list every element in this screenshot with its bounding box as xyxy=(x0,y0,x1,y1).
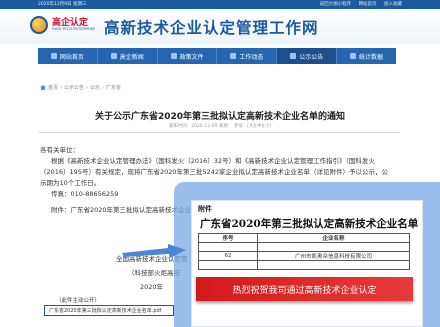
site-title: 高新技术企业认定管理工作网 xyxy=(104,19,319,37)
article-title: 关于公示广东省2020年第三批拟认定高新技术企业名单的通知 xyxy=(94,112,346,122)
table-cell: 62 xyxy=(197,251,259,261)
main-nav: 网站首页 高企新闻 政策文件 工作动态 公示公告 统计数据 xyxy=(38,48,396,64)
table-cell xyxy=(257,260,410,270)
home-icon xyxy=(50,53,57,59)
breadcrumb-guangdong[interactable]: 广东省 xyxy=(106,84,121,91)
news-icon xyxy=(110,53,117,59)
nav-item-label: 公示公告 xyxy=(299,53,324,61)
divider xyxy=(38,132,400,133)
arrow-icon xyxy=(122,244,186,258)
activity-icon xyxy=(230,53,237,59)
nav-item-home[interactable]: 网站首页 xyxy=(38,48,98,64)
nav-item-work[interactable]: 工作动态 xyxy=(217,48,278,64)
table-row xyxy=(197,242,410,252)
site-header: 高企认定 HIGH-TECH ENTERPRISE 高新技术企业认定管理工作网 xyxy=(0,9,440,44)
public-notice: （此件主动公开） xyxy=(56,298,101,304)
document-icon xyxy=(170,53,177,59)
table-cell xyxy=(197,260,259,270)
home-icon xyxy=(40,85,46,90)
current-date: 2020年12月9日 星期三 xyxy=(38,2,87,7)
nav-item-label: 工作动态 xyxy=(239,53,264,61)
nav-item-statistics[interactable]: 统计数据 xyxy=(337,48,396,64)
breadcrumb-announcements[interactable]: 公示公告 xyxy=(64,84,84,91)
paragraph-line: 根据《高新技术企业认定管理办法》（国科发火〔2016〕32号）和《高新技术企业认… xyxy=(51,157,375,165)
breadcrumb-home[interactable]: 首页 xyxy=(48,84,58,91)
top-bar: 2020年12月9日 星期三 返回大咖小程序 网站首页 加入收藏 xyxy=(0,0,440,9)
nav-item-policy[interactable]: 政策文件 xyxy=(158,48,218,64)
table-header-row: 序号 企业名称 xyxy=(197,233,410,243)
top-link-home[interactable]: 网站首页 xyxy=(359,2,377,7)
nav-item-label: 统计数据 xyxy=(359,53,384,61)
greeting: 各有关单位： xyxy=(40,146,79,154)
breadcrumb-public[interactable]: 公示 xyxy=(90,84,100,91)
attachment-label: 附件 xyxy=(198,205,212,213)
congratulations-banner: 热烈祝贺我司通过高新技术企业认定 xyxy=(196,277,413,301)
attachment-file-link[interactable]: 广东省2020年第三批拟认定高新技术企业名单.pdf xyxy=(44,305,174,316)
column-header: 企业名称 xyxy=(257,233,410,243)
signature-fragment: 2020年 xyxy=(140,283,164,291)
table-cell xyxy=(257,242,410,252)
table-cell xyxy=(197,242,259,252)
attachment-title: 广东省2020年第三批拟认定高新技术企业名单 xyxy=(200,218,419,230)
signature-fragment: （科技部火炬高技 xyxy=(128,269,180,277)
top-links: 返回大咖小程序 网站首页 加入收藏 xyxy=(314,0,402,9)
table-row xyxy=(197,260,410,270)
top-link-favorite[interactable]: 加入收藏 xyxy=(384,2,402,7)
chart-icon xyxy=(350,53,357,59)
breadcrumb: 首页 › 公示公告 › 公示 › 广东省 xyxy=(40,84,121,91)
nav-item-label: 网站首页 xyxy=(59,53,84,61)
logo-subtext: HIGH-TECH ENTERPRISE xyxy=(52,27,96,31)
nav-item-announcements[interactable]: 公示公告 xyxy=(277,48,338,64)
paragraph-line: 〔2016〕195号）有关规定，现将广东省2020年第三批5242家企业拟认定高… xyxy=(40,168,389,176)
nav-item-label: 政策文件 xyxy=(179,53,204,61)
site-logo[interactable]: 高企认定 HIGH-TECH ENTERPRISE xyxy=(30,14,100,36)
table-cell: 广州市凯奥众信息科技有限公司 xyxy=(257,251,410,261)
company-table: 序号 企业名称 62 广州市凯奥众信息科技有限公司 xyxy=(197,233,410,270)
column-header: 序号 xyxy=(197,233,259,243)
logo-emblem-icon xyxy=(30,16,48,34)
nav-item-news[interactable]: 高企新闻 xyxy=(98,48,158,64)
article-meta: 发布时间：2020-12-09 来源： 字号：[大][中][小] xyxy=(168,124,272,129)
nav-item-label: 高企新闻 xyxy=(119,53,144,61)
table-row: 62 广州市凯奥众信息科技有限公司 xyxy=(197,251,410,261)
notice-icon xyxy=(290,53,297,59)
top-link-mini-program[interactable]: 返回大咖小程序 xyxy=(320,2,352,7)
